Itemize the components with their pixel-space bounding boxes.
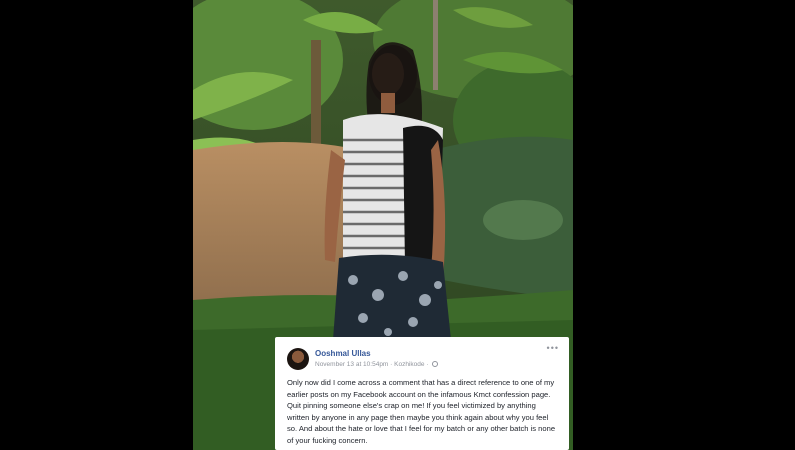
post-meta: November 13 at 10:54pm · Kozhikode · [315, 361, 439, 368]
avatar[interactable] [287, 348, 309, 370]
globe-icon [432, 361, 439, 368]
meta-separator-2: · [426, 361, 429, 368]
post-location[interactable]: Kozhikode [394, 361, 424, 368]
meta-separator: · [390, 361, 393, 368]
post-body-text: Only now did I come across a comment tha… [287, 378, 556, 445]
author-name[interactable]: Ooshmal Ullas [315, 349, 371, 358]
facebook-post-card: Ooshmal Ullas November 13 at 10:54pm · K… [275, 337, 569, 450]
more-options-icon[interactable]: ••• [547, 343, 559, 353]
post-timestamp[interactable]: November 13 at 10:54pm [315, 361, 388, 368]
